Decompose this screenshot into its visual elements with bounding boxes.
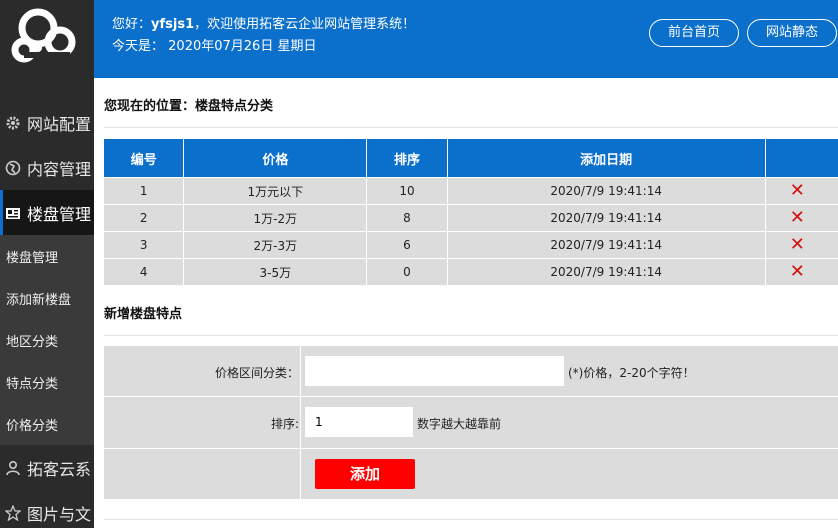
divider [104,335,838,336]
current-date: 2020年07月26日 [168,39,274,54]
table-header-row: 编号 价格 排序 添加日期 管 [104,139,838,178]
form-row-price: 价格区间分类： (*)价格，2-20个字符！ [104,346,838,397]
sidebar-item-label: 内容管理 [27,159,92,179]
username: yfsjs1 [151,17,195,32]
cell-id: 3 [104,231,185,259]
greeting: 您好：yfsjs1，欢迎使用拓客云企业网站管理系统！ 今天是： 2020年07月… [112,14,415,58]
table-row: 2 1万-2万 8 2020/7/9 19:41:14 ✕ [104,204,838,232]
cell-price: 2万-3万 [183,231,368,259]
cell-order: 0 [366,258,448,285]
cell-date: 2020/7/9 19:41:14 [447,258,766,285]
divider [104,127,838,128]
greeting-suffix: ，欢迎使用拓客云企业网站管理系统！ [194,17,416,32]
sidebar-item-site-config[interactable]: 网站配置 [0,100,94,145]
delete-icon[interactable]: ✕ [790,207,805,228]
sidebar-item-images[interactable]: 图片与文 [0,490,94,528]
cell-date: 2020/7/9 19:41:14 [447,204,766,232]
today-label: 今天是： [112,39,165,54]
add-feature-form: 价格区间分类： (*)价格，2-20个字符！ 排序: 数字越大越靠前 添加 [104,346,838,499]
submenu-feature-category[interactable]: 特点分类 [0,361,94,403]
breadcrumb: 您现在的位置：楼盘特点分类 [104,99,274,114]
sidebar-item-label: 图片与文 [27,504,92,524]
cell-id: 2 [104,204,185,232]
column-header-order: 排序 [366,139,448,178]
cell-manage: ✕ [765,231,838,259]
feature-table: 编号 价格 排序 添加日期 管 1 1万元以下 10 2020/7/9 19:4… [104,139,838,285]
gear-icon [5,115,21,131]
logo [0,0,94,78]
cell-price: 1万元以下 [183,177,368,205]
divider [104,519,838,520]
submenu-price-category[interactable]: 价格分类 [0,403,94,445]
column-header-manage: 管 [765,139,838,178]
table-row: 1 1万元以下 10 2020/7/9 19:41:14 ✕ [104,177,838,205]
sidebar-item-label: 网站配置 [27,114,92,134]
order-hint: 数字越大越靠前 [417,417,502,431]
main-content: 您现在的位置：楼盘特点分类 编号 价格 排序 添加日期 管 1 1万元以下 10… [94,78,838,528]
cell-price: 3-5万 [183,258,368,285]
cell-id: 1 [104,177,185,205]
price-range-label: 价格区间分类： [214,366,299,380]
form-row-order: 排序: 数字越大越靠前 [104,397,838,449]
cell-manage: ✕ [765,177,838,205]
delete-icon[interactable]: ✕ [790,261,805,282]
cloud-logo-icon [11,8,76,63]
cell-price: 1万-2万 [183,204,368,232]
sidebar-item-label: 拓客云系 [27,459,92,479]
column-header-date: 添加日期 [447,139,766,178]
table-row: 3 2万-3万 6 2020/7/9 19:41:14 ✕ [104,231,838,259]
add-button[interactable]: 添加 [315,459,415,489]
cell-order: 6 [366,231,448,259]
sidebar: 网站配置 内容管理 楼盘管理 楼盘管理 添加新楼盘 地区分类 特点分类 价格分类… [0,0,94,528]
order-input[interactable] [305,407,413,437]
current-weekday: 星期日 [277,39,317,54]
submenu-region-category[interactable]: 地区分类 [0,319,94,361]
order-label: 排序: [270,417,299,431]
column-header-id: 编号 [104,139,185,178]
table-row: 4 3-5万 0 2020/7/9 19:41:14 ✕ [104,258,838,285]
static-site-button[interactable]: 网站静态 [747,19,837,47]
price-range-input[interactable] [305,356,564,386]
cell-date: 2020/7/9 19:41:14 [447,231,766,259]
cell-id: 4 [104,258,185,285]
sidebar-item-content[interactable]: 内容管理 [0,145,94,190]
form-section-title: 新增楼盘特点 [104,307,183,322]
building-icon [5,205,21,221]
delete-icon[interactable]: ✕ [790,180,805,201]
cell-manage: ✕ [765,258,838,285]
star-icon [4,503,22,522]
sidebar-item-property[interactable]: 楼盘管理 [0,190,94,235]
delete-icon[interactable]: ✕ [790,234,805,255]
column-header-price: 价格 [183,139,368,178]
submenu-property-manage[interactable]: 楼盘管理 [0,235,94,277]
globe-icon [5,160,21,176]
cell-manage: ✕ [765,204,838,232]
cell-date: 2020/7/9 19:41:14 [447,177,766,205]
top-header: 您好：yfsjs1，欢迎使用拓客云企业网站管理系统！ 今天是： 2020年07月… [94,0,838,78]
cell-order: 10 [366,177,448,205]
sidebar-item-label: 楼盘管理 [27,204,92,224]
cell-order: 8 [366,204,448,232]
price-range-hint: (*)价格，2-20个字符！ [568,366,695,380]
frontpage-button[interactable]: 前台首页 [649,19,739,47]
sidebar-item-tokeyun[interactable]: 拓客云系 [0,445,94,490]
greeting-prefix: 您好： [112,17,152,32]
user-icon [5,460,21,476]
sidebar-submenu: 楼盘管理 添加新楼盘 地区分类 特点分类 价格分类 [0,235,94,445]
submenu-add-property[interactable]: 添加新楼盘 [0,277,94,319]
